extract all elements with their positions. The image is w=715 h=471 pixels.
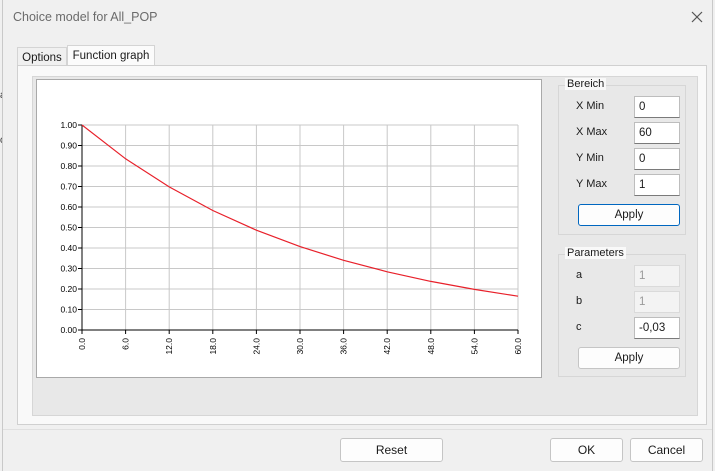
y-tick-label: 0.10 [60, 305, 77, 315]
param-a-field: 1 [634, 265, 680, 287]
function-graph-chart: 0.0 6.0 12.0 18.0 24.0 30.0 36.0 42.0 48.0 54.0 60… [60, 120, 523, 355]
xmin-label: X Min [576, 100, 605, 112]
x-tick-label: 54.0 [469, 338, 479, 355]
footer-divider [3, 429, 712, 430]
x-tick-label: 48.0 [426, 338, 436, 355]
range-group-title: Bereich [565, 78, 607, 90]
x-tick-label: 18.0 [208, 338, 218, 355]
y-tick-label: 0.20 [60, 284, 77, 294]
range-apply-button[interactable]: Apply [578, 204, 680, 226]
y-tick-label: 1.00 [60, 120, 77, 130]
parameters-apply-button[interactable]: Apply [578, 347, 680, 369]
reset-button[interactable]: Reset [340, 438, 443, 462]
x-tick-label: 30.0 [295, 338, 305, 355]
x-tick-label: 36.0 [339, 338, 349, 355]
y-tick-label: 0.80 [60, 161, 77, 171]
y-tick-label: 0.40 [60, 243, 77, 253]
xmax-label: X Max [576, 126, 608, 138]
xmin-field[interactable]: 0 [634, 96, 680, 118]
tab-options[interactable]: Options [17, 47, 67, 66]
choice-model-dialog: Choice model for All_POP Options Functio… [2, 0, 713, 471]
x-tick-label: 60.0 [513, 338, 523, 355]
y-tick-label: 0.70 [60, 182, 77, 192]
param-a-label: a [576, 269, 583, 281]
param-b-field: 1 [634, 291, 680, 313]
param-c-field[interactable]: -0,03 [634, 317, 680, 339]
y-tick-label: 0.00 [60, 325, 77, 335]
x-tick-label: 0.0 [77, 338, 87, 350]
param-c-label: c [576, 321, 582, 333]
y-tick-label: 0.60 [60, 202, 77, 212]
x-tick-label: 24.0 [251, 338, 261, 355]
y-tick-label: 0.50 [60, 223, 77, 233]
y-tick-label: 0.30 [60, 264, 77, 274]
x-tick-label: 42.0 [382, 338, 392, 355]
close-icon[interactable] [688, 8, 706, 26]
ymin-label: Y Min [576, 152, 604, 164]
ymin-field[interactable]: 0 [634, 148, 680, 170]
ok-button[interactable]: OK [550, 438, 623, 462]
x-tick-label: 6.0 [121, 338, 131, 350]
tab-function-graph[interactable]: Function graph [67, 45, 155, 65]
xmax-field[interactable]: 60 [634, 122, 680, 144]
ymax-label: Y Max [576, 178, 607, 190]
param-b-label: b [576, 295, 583, 307]
y-tick-label: 0.90 [60, 141, 77, 151]
cancel-button[interactable]: Cancel [630, 438, 703, 462]
x-tick-label: 12.0 [164, 338, 174, 355]
ymax-field[interactable]: 1 [634, 174, 680, 196]
parameters-group-title: Parameters [565, 247, 626, 259]
title-bar: Choice model for All_POP [3, 0, 712, 34]
window-title: Choice model for All_POP [13, 10, 158, 24]
